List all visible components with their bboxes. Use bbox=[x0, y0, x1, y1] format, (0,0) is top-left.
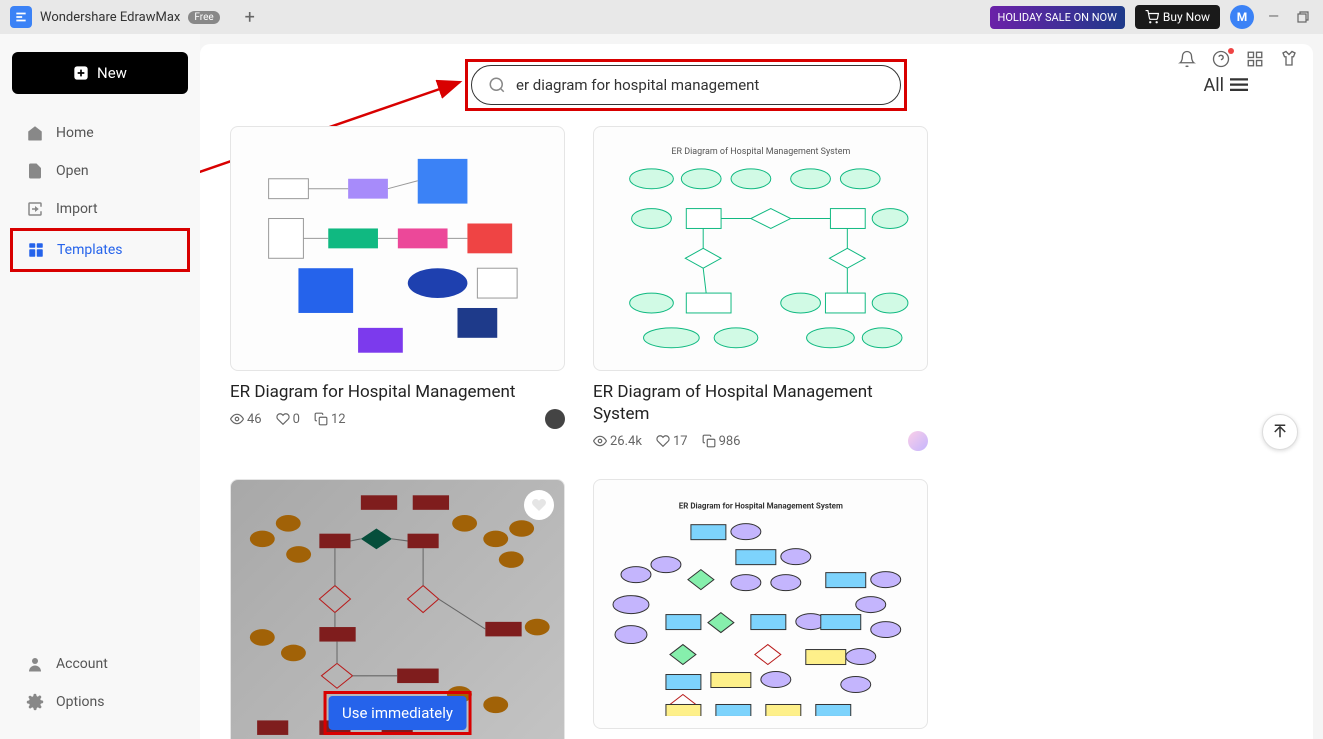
use-immediately-button[interactable]: Use immediately bbox=[328, 696, 467, 730]
new-tab-button[interactable]: + bbox=[238, 5, 262, 29]
grid-icon[interactable] bbox=[1246, 50, 1264, 68]
template-card[interactable]: ER Diagram for Hospital Management 46 0 … bbox=[230, 126, 565, 451]
svg-text:ER Diagram of Hospital Managem: ER Diagram of Hospital Management System bbox=[671, 147, 850, 157]
sidebar-item-label: Home bbox=[56, 125, 94, 141]
buy-now-button[interactable]: Buy Now bbox=[1135, 5, 1220, 29]
maximize-button[interactable] bbox=[1293, 11, 1313, 23]
template-thumbnail: Use immediately bbox=[230, 479, 565, 739]
template-thumbnail: ER Diagram for Hospital Management Syste… bbox=[593, 479, 928, 729]
sidebar-item-templates[interactable]: Templates bbox=[13, 231, 187, 269]
search-icon bbox=[488, 76, 506, 94]
sale-button[interactable]: HOLIDAY SALE ON NOW bbox=[990, 6, 1125, 29]
search-highlight bbox=[465, 59, 907, 111]
titlebar-left: Wondershare EdrawMax Free + bbox=[10, 5, 262, 29]
free-badge: Free bbox=[188, 11, 219, 24]
file-icon bbox=[26, 162, 44, 180]
likes-count: 17 bbox=[656, 434, 688, 449]
help-icon[interactable] bbox=[1212, 50, 1230, 68]
favorite-button[interactable] bbox=[524, 490, 554, 520]
template-title: ER Diagram of Hospital Management System bbox=[593, 381, 928, 425]
user-avatar[interactable]: M bbox=[1230, 5, 1254, 29]
main-content: All ER Diagram for Hospital Mana bbox=[200, 44, 1313, 739]
author-avatar bbox=[908, 431, 928, 451]
sidebar-item-label: Options bbox=[56, 694, 104, 710]
use-button-highlight: Use immediately bbox=[323, 691, 472, 735]
app-logo-icon bbox=[10, 6, 32, 28]
titlebar-right: HOLIDAY SALE ON NOW Buy Now M — bbox=[990, 5, 1313, 29]
gear-icon bbox=[26, 693, 44, 711]
bell-icon[interactable] bbox=[1178, 50, 1196, 68]
app-title: Wondershare EdrawMax bbox=[40, 10, 180, 25]
list-icon bbox=[1230, 78, 1248, 92]
template-grid: ER Diagram for Hospital Management 46 0 … bbox=[230, 126, 1288, 739]
new-button-label: New bbox=[97, 64, 127, 82]
shirt-icon[interactable] bbox=[1280, 50, 1298, 68]
import-icon bbox=[26, 200, 44, 218]
sidebar-item-label: Templates bbox=[57, 242, 123, 258]
copies-count: 12 bbox=[314, 412, 346, 427]
views-count: 46 bbox=[230, 412, 262, 427]
header-icons bbox=[1178, 42, 1323, 68]
sidebar-item-label: Account bbox=[56, 656, 108, 672]
template-meta: 46 0 12 bbox=[230, 409, 565, 429]
titlebar: Wondershare EdrawMax Free + HOLIDAY SALE… bbox=[0, 0, 1323, 34]
template-thumbnail: ER Diagram of Hospital Management System bbox=[593, 126, 928, 371]
buy-now-label: Buy Now bbox=[1163, 10, 1210, 24]
author-avatar bbox=[545, 409, 565, 429]
templates-icon bbox=[27, 241, 45, 259]
search-box[interactable] bbox=[471, 65, 901, 105]
svg-text:ER Diagram for Hospital Manage: ER Diagram for Hospital Management Syste… bbox=[678, 501, 842, 510]
new-button[interactable]: New bbox=[12, 52, 188, 94]
minimize-button[interactable]: — bbox=[1264, 9, 1283, 25]
sidebar-item-label: Import bbox=[56, 201, 98, 217]
filter-all-button[interactable]: All bbox=[1204, 75, 1249, 96]
sidebar-item-home[interactable]: Home bbox=[12, 114, 188, 152]
sidebar: New Home Open Import Templates bbox=[0, 34, 200, 739]
template-meta: 26.4k 17 986 bbox=[593, 431, 928, 451]
template-card[interactable]: ER Diagram of Hospital Management System… bbox=[593, 126, 928, 451]
scroll-top-button[interactable] bbox=[1262, 414, 1298, 450]
template-card[interactable]: Use immediately ER Diagram for Hospital … bbox=[230, 479, 565, 739]
template-thumbnail bbox=[230, 126, 565, 371]
sidebar-item-open[interactable]: Open bbox=[12, 152, 188, 190]
views-count: 26.4k bbox=[593, 434, 642, 449]
template-title: ER Diagram for Hospital Management bbox=[230, 381, 565, 403]
template-card[interactable]: ER Diagram for Hospital Management Syste… bbox=[593, 479, 928, 739]
search-input[interactable] bbox=[516, 76, 884, 94]
account-icon bbox=[26, 655, 44, 673]
sidebar-item-options[interactable]: Options bbox=[12, 683, 188, 721]
sidebar-item-account[interactable]: Account bbox=[12, 645, 188, 683]
sidebar-item-label: Open bbox=[56, 163, 89, 179]
copies-count: 986 bbox=[702, 434, 741, 449]
home-icon bbox=[26, 124, 44, 142]
sidebar-item-import[interactable]: Import bbox=[12, 190, 188, 228]
filter-label: All bbox=[1204, 75, 1225, 96]
likes-count: 0 bbox=[276, 412, 300, 427]
